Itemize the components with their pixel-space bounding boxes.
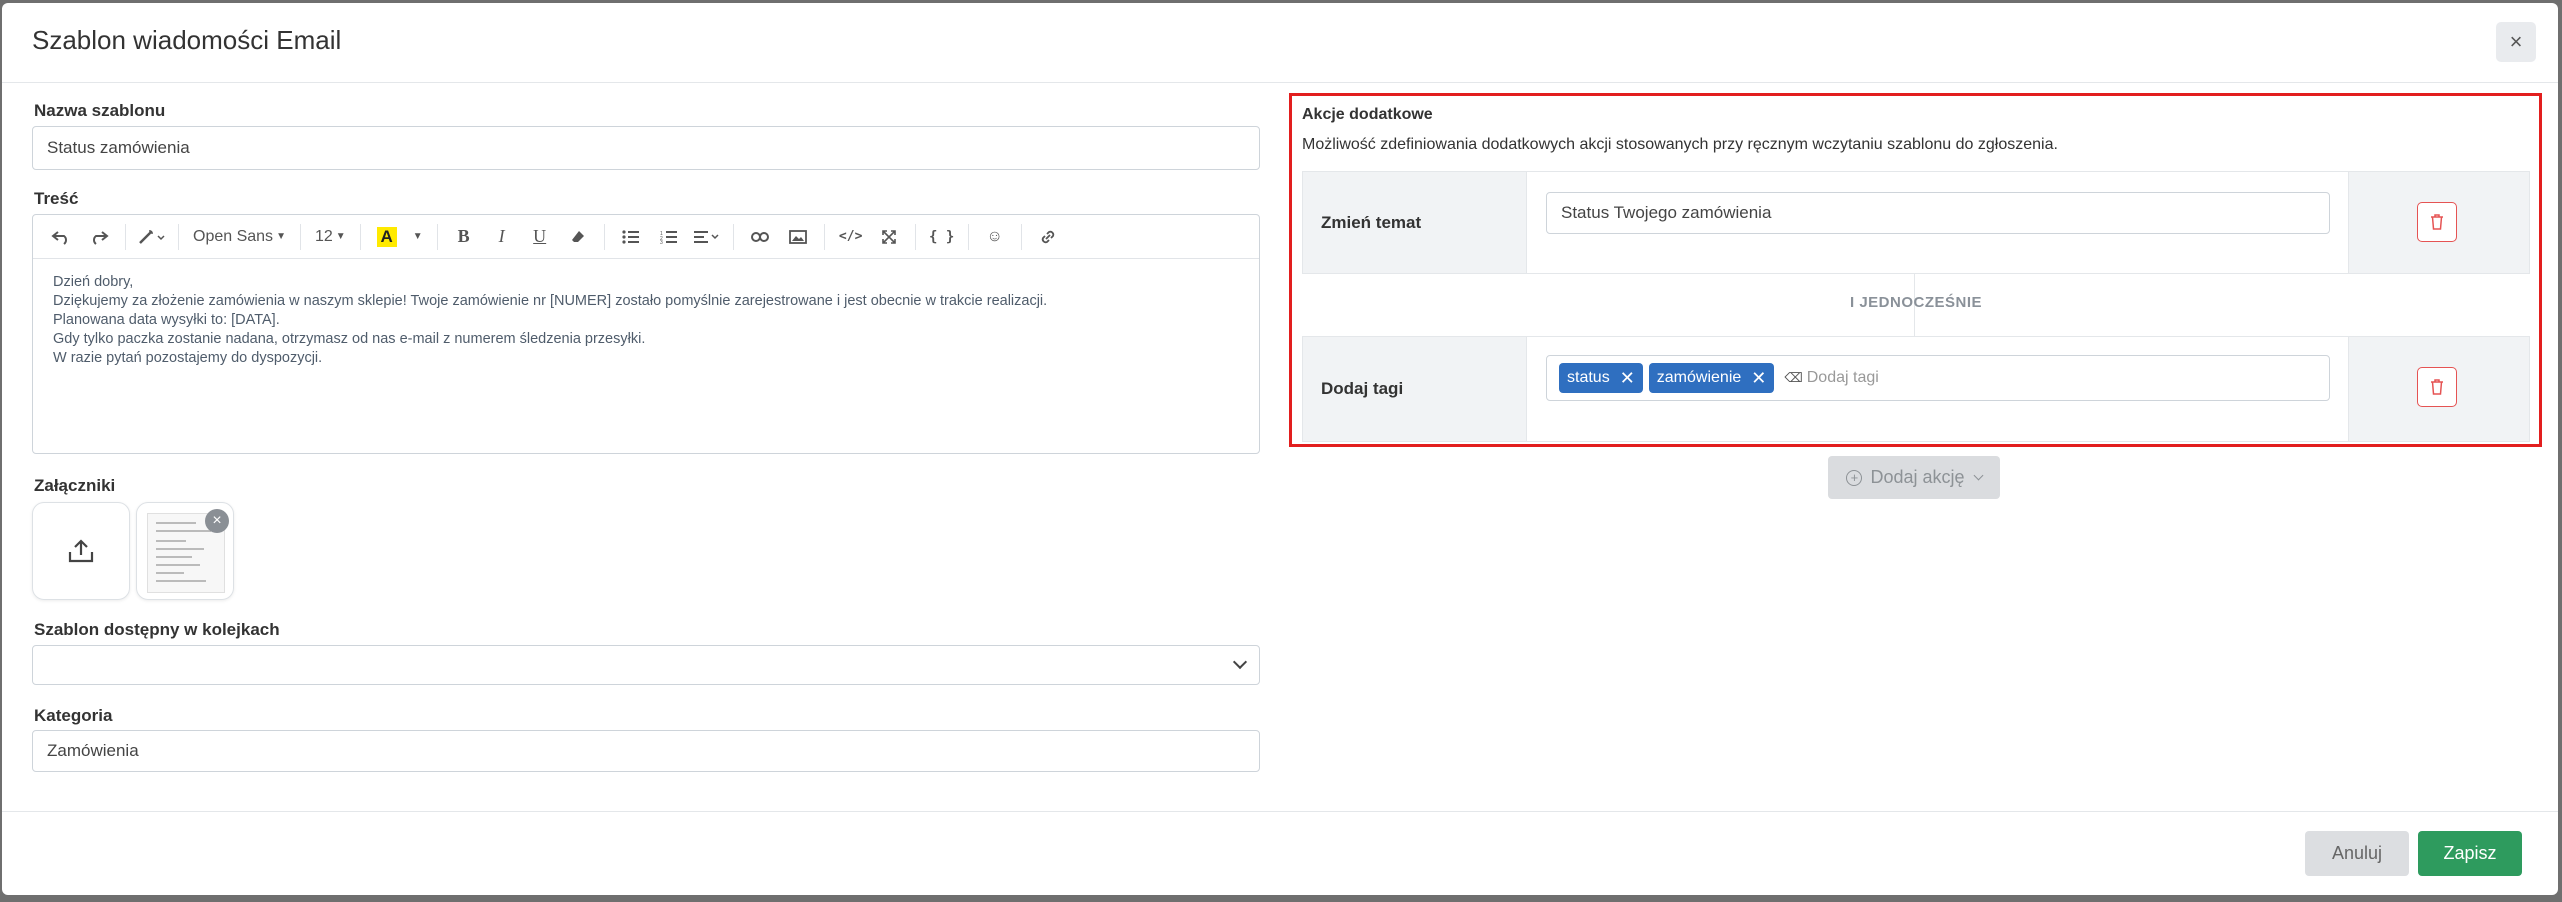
plus-circle-icon: +: [1846, 469, 1863, 486]
svg-text:3: 3: [660, 240, 663, 244]
font-color-icon[interactable]: A: [371, 222, 403, 252]
tag-chip: status ✕: [1559, 363, 1643, 393]
image-icon[interactable]: [782, 222, 814, 252]
actions-title: Akcje dodatkowe: [1302, 106, 1433, 123]
queues-select[interactable]: [32, 645, 1260, 685]
queues-label: Szablon dostępny w kolejkach: [34, 620, 280, 639]
link-alt-icon[interactable]: [1032, 222, 1064, 252]
caret-down-icon[interactable]: ▼: [409, 222, 427, 252]
template-name-label: Nazwa szablonu: [34, 101, 166, 120]
content-line: Planowana data wysyłki to: [DATA].: [53, 312, 280, 328]
upload-icon: [68, 539, 94, 563]
content-line: Dzień dobry,: [53, 274, 134, 290]
bold-icon[interactable]: B: [448, 222, 480, 252]
code-view-icon[interactable]: </>: [835, 222, 867, 252]
tags-placeholder: Dodaj tagi: [1806, 369, 1879, 386]
actions-description: Możliwość zdefiniowania dodatkowych akcj…: [1302, 136, 2058, 153]
chevron-down-icon: [1232, 654, 1248, 670]
emoji-icon[interactable]: ☺: [979, 222, 1011, 252]
content-label: Treść: [34, 189, 79, 208]
delete-action-button[interactable]: [2417, 367, 2457, 407]
content-line: Dziękujemy za złożenie zamówienia w nasz…: [53, 293, 1048, 309]
template-name-input[interactable]: Status zamówienia: [32, 126, 1260, 170]
eraser-icon: ⌫: [1784, 370, 1803, 385]
braces-icon[interactable]: { }: [926, 222, 958, 252]
content-line: W razie pytań pozostajemy do dyspozycji.: [53, 350, 323, 366]
remove-tag-icon[interactable]: ✕: [1751, 368, 1766, 389]
add-action-button[interactable]: + Dodaj akcję: [1828, 456, 2000, 499]
email-template-modal: Szablon wiadomości Email × Nazwa szablon…: [2, 3, 2558, 895]
link-icon[interactable]: [744, 222, 776, 252]
editor-toolbar: Open Sans ▼ 12 ▼ A ▼ B I U 123 </> {} ☺: [33, 215, 1259, 259]
upload-button[interactable]: [32, 502, 130, 600]
content-line: Gdy tylko paczka zostanie nadana, otrzym…: [53, 331, 646, 347]
category-input[interactable]: Zamówienia: [32, 730, 1260, 772]
cancel-button[interactable]: Anuluj: [2305, 831, 2409, 876]
tags-input[interactable]: status ✕ zamówienie ✕ ⌫ Dodaj tagi: [1546, 355, 2330, 401]
fullscreen-icon[interactable]: [873, 222, 905, 252]
font-family-select[interactable]: Open Sans ▼: [189, 222, 290, 252]
save-button[interactable]: Zapisz: [2418, 831, 2522, 876]
font-size-select[interactable]: 12 ▼: [311, 222, 350, 252]
additional-actions-panel: Akcje dodatkowe Możliwość zdefiniowania …: [1289, 93, 2542, 447]
action-label: Dodaj tagi: [1321, 379, 1404, 398]
subject-input[interactable]: Status Twojego zamówienia: [1546, 192, 2330, 234]
bullet-list-icon[interactable]: [615, 222, 647, 252]
action-label: Zmień temat: [1321, 212, 1422, 232]
tag-label: status: [1567, 369, 1610, 386]
connector-label: I JEDNOCZEŚNIE: [1849, 294, 1983, 311]
attachment-thumbnail[interactable]: ×: [136, 502, 234, 600]
close-button[interactable]: ×: [2496, 22, 2536, 62]
trash-icon: [2431, 379, 2443, 395]
font-size-value: 12: [314, 227, 333, 245]
font-family-value: Open Sans: [193, 227, 274, 245]
category-label: Kategoria: [34, 706, 113, 725]
caret-down-icon: ▼: [276, 231, 286, 242]
undo-icon[interactable]: [45, 222, 77, 252]
underline-icon[interactable]: U: [524, 222, 556, 252]
align-icon[interactable]: [691, 222, 723, 252]
editor-content[interactable]: Dzień dobry, Dziękujemy za złożenie zamó…: [33, 259, 1259, 382]
tag-label: zamówienie: [1656, 369, 1742, 386]
remove-attachment-icon[interactable]: ×: [205, 509, 229, 533]
redo-icon[interactable]: [83, 222, 115, 252]
tag-chip: zamówienie ✕: [1648, 363, 1775, 393]
modal-header: Szablon wiadomości Email ×: [2, 3, 2558, 83]
attachments-label: Załączniki: [34, 476, 116, 495]
delete-action-button[interactable]: [2417, 202, 2457, 242]
caret-down-icon: ▼: [335, 231, 346, 242]
remove-tag-icon[interactable]: ✕: [1620, 368, 1635, 389]
italic-icon[interactable]: I: [486, 222, 518, 252]
chevron-down-icon: [1973, 470, 1983, 481]
modal-footer: [2, 811, 2558, 895]
magic-wand-icon[interactable]: [136, 222, 168, 252]
add-action-label: Dodaj akcję: [1870, 467, 1965, 487]
eraser-icon[interactable]: [562, 222, 594, 252]
action-row-change-subject: Zmień temat Status Twojego zamówienia: [1302, 171, 2530, 274]
numbered-list-icon[interactable]: 123: [653, 222, 685, 252]
action-row-add-tags: Dodaj tagi status ✕ zamówienie ✕ ⌫ Dodaj t…: [1302, 336, 2530, 442]
rich-text-editor: Open Sans ▼ 12 ▼ A ▼ B I U 123 </> {} ☺…: [32, 214, 1260, 454]
trash-icon: [2431, 214, 2443, 230]
modal-title: Szablon wiadomości Email: [32, 25, 342, 55]
